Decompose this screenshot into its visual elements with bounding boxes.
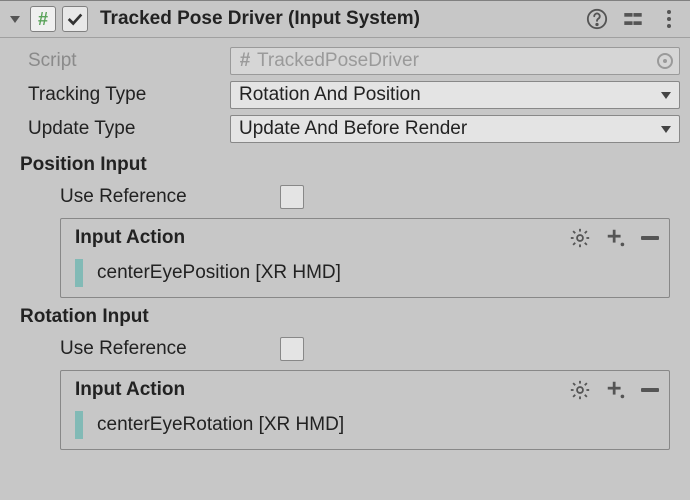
position-input-action-label: Input Action — [75, 227, 569, 249]
position-use-reference-label: Use Reference — [10, 186, 280, 208]
binding-bar-icon — [75, 259, 83, 287]
component-body: Script # TrackedPoseDriver Tracking Type… — [0, 38, 690, 464]
rotation-use-reference-row: Use Reference — [10, 332, 680, 366]
help-icon[interactable] — [586, 8, 608, 30]
tracking-type-label: Tracking Type — [10, 84, 230, 106]
tracking-type-row: Tracking Type Rotation And Position — [10, 78, 680, 112]
plus-icon[interactable] — [605, 379, 627, 401]
gear-icon[interactable] — [569, 227, 591, 249]
header-icon-group — [586, 8, 680, 30]
checkmark-icon — [66, 10, 84, 28]
rotation-input-action-head: Input Action — [61, 371, 669, 409]
script-name: TrackedPoseDriver — [257, 50, 653, 72]
minus-icon[interactable] — [641, 388, 659, 392]
update-type-label: Update Type — [10, 118, 230, 140]
foldout-triangle-icon[interactable] — [10, 16, 20, 23]
rotation-use-reference-checkbox[interactable] — [280, 337, 304, 361]
script-object-field[interactable]: # TrackedPoseDriver — [230, 47, 680, 75]
presets-icon[interactable] — [622, 8, 644, 30]
script-type-icon: # — [30, 6, 56, 32]
component-title: Tracked Pose Driver (Input System) — [100, 8, 580, 30]
script-row: Script # TrackedPoseDriver — [10, 44, 680, 78]
position-binding-row[interactable]: centerEyePosition [XR HMD] — [61, 257, 669, 297]
inspector-panel: # Tracked Pose Driver (Input System) Scr… — [0, 0, 690, 500]
rotation-action-icon-group — [569, 379, 659, 401]
tracking-type-dropdown[interactable]: Rotation And Position — [230, 81, 680, 109]
rotation-input-action-box: Input Action — [60, 370, 670, 450]
update-type-value: Update And Before Render — [239, 118, 467, 140]
minus-icon[interactable] — [641, 236, 659, 240]
object-picker-icon[interactable] — [657, 53, 673, 69]
enable-checkbox[interactable] — [62, 6, 88, 32]
rotation-binding-row[interactable]: centerEyeRotation [XR HMD] — [61, 409, 669, 449]
position-input-action-head: Input Action — [61, 219, 669, 257]
rotation-input-header: Rotation Input — [20, 306, 680, 328]
rotation-use-reference-label: Use Reference — [10, 338, 280, 360]
chevron-down-icon — [661, 126, 671, 133]
component-header[interactable]: # Tracked Pose Driver (Input System) — [0, 0, 690, 38]
chevron-down-icon — [661, 92, 671, 99]
position-binding-text: centerEyePosition [XR HMD] — [97, 262, 341, 284]
binding-bar-icon — [75, 411, 83, 439]
gear-icon[interactable] — [569, 379, 591, 401]
hash-icon: # — [237, 53, 253, 69]
position-use-reference-checkbox[interactable] — [280, 185, 304, 209]
update-type-dropdown[interactable]: Update And Before Render — [230, 115, 680, 143]
position-input-action-box: Input Action — [60, 218, 670, 298]
position-action-icon-group — [569, 227, 659, 249]
context-menu-icon[interactable] — [658, 8, 680, 30]
rotation-input-action-label: Input Action — [75, 379, 569, 401]
script-label: Script — [10, 50, 230, 72]
position-input-header: Position Input — [20, 154, 680, 176]
rotation-binding-text: centerEyeRotation [XR HMD] — [97, 414, 344, 436]
plus-icon[interactable] — [605, 227, 627, 249]
update-type-row: Update Type Update And Before Render — [10, 112, 680, 146]
position-use-reference-row: Use Reference — [10, 180, 680, 214]
tracking-type-value: Rotation And Position — [239, 84, 421, 106]
